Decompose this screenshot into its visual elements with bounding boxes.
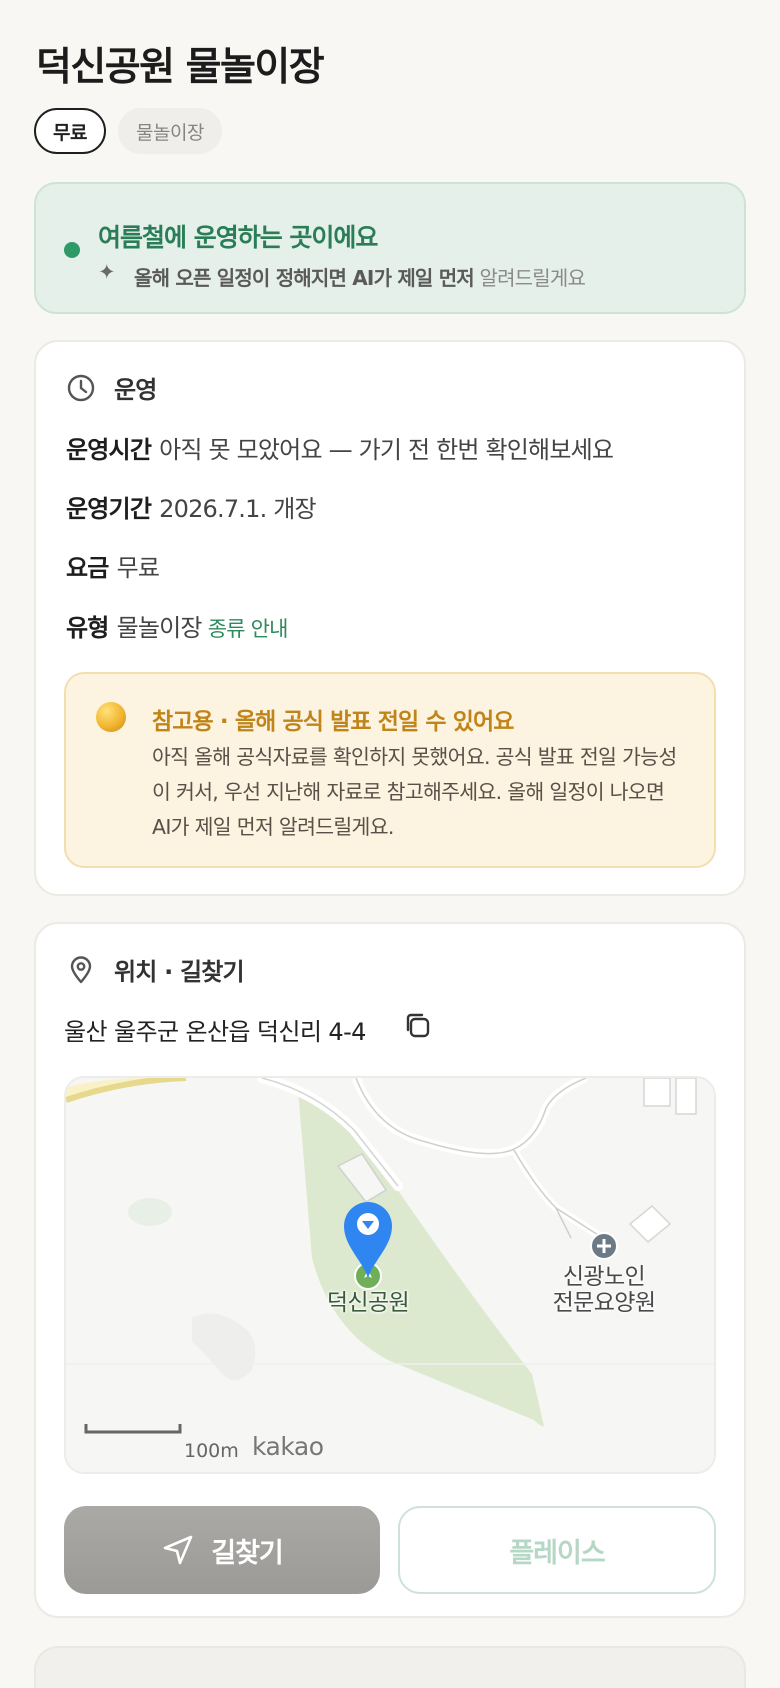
place-button[interactable]: 플레이스 xyxy=(398,1506,716,1594)
warning-title: 참고용 · 올해 공식 발표 전일 수 있어요 xyxy=(152,709,514,735)
park-label[interactable]: 덕신공원 xyxy=(318,1290,418,1316)
price-chip[interactable]: 무료 xyxy=(34,108,106,154)
hours-row: 운영시간 아직 못 모았어요 — 가기 전 한번 확인해보세요 xyxy=(66,430,614,465)
map-scale-label: 100m xyxy=(184,1440,239,1462)
page: 덕신공원 물놀이장 무료 물놀이장 여름철에 운영하는 곳이에요 ✦ 올해 오픈… xyxy=(0,0,780,1688)
address-text: 울산 울주군 온산읍 덕신리 4-4 xyxy=(64,1018,366,1046)
type-value: 물놀이장 xyxy=(116,614,203,642)
type-row: 유형 물놀이장 종류 안내 xyxy=(66,608,288,643)
route-button-label: 길찾기 xyxy=(211,1537,284,1569)
notice-subtitle-light: 알려드릴게요 xyxy=(479,266,586,290)
notice-subtitle-bold: 올해 오픈 일정이 정해지면 AI가 제일 먼저 xyxy=(134,266,475,290)
hours-value: 아직 못 모았어요 — 가기 전 한번 확인해보세요 xyxy=(159,436,614,464)
copy-icon[interactable] xyxy=(402,1010,432,1040)
facility-label-line2: 전문요양원 xyxy=(552,1290,656,1316)
map-view[interactable]: 덕신공원 신광노인 전문요양원 100m kakao xyxy=(64,1076,716,1474)
page-title: 덕신공원 물놀이장 xyxy=(36,45,325,90)
moon-icon xyxy=(96,702,126,732)
seasonal-notice: 여름철에 운영하는 곳이에요 ✦ 올해 오픈 일정이 정해지면 AI가 제일 먼… xyxy=(34,182,746,314)
fee-label: 요금 xyxy=(66,554,109,582)
sparkle-icon: ✦ xyxy=(98,260,116,284)
clock-icon xyxy=(66,373,96,403)
period-row: 운영기간 2026.7.1. 개장 xyxy=(66,489,317,524)
type-guide-link[interactable]: 종류 안내 xyxy=(208,617,289,641)
location-heading: 위치 · 길찾기 xyxy=(114,958,245,986)
route-button[interactable]: 길찾기 xyxy=(64,1506,380,1594)
location-header: 위치 · 길찾기 xyxy=(66,952,245,987)
map-provider-logo: kakao xyxy=(252,1432,324,1461)
period-value: 2026.7.1. 개장 xyxy=(159,495,317,523)
facility-label[interactable]: 신광노인 전문요양원 xyxy=(534,1264,674,1316)
operation-card: 운영 운영시간 아직 못 모았어요 — 가기 전 한번 확인해보세요 운영기간 20… xyxy=(34,340,746,896)
next-card xyxy=(34,1646,746,1688)
operation-heading: 운영 xyxy=(114,376,157,404)
facility-label-line1: 신광노인 xyxy=(562,1264,646,1290)
location-pin-icon xyxy=(66,955,96,985)
location-card: 위치 · 길찾기 울산 울주군 온산읍 덕신리 4-4 덕신공원 신광노인 전문… xyxy=(34,922,746,1618)
category-chip[interactable]: 물놀이장 xyxy=(118,108,222,154)
notice-subtitle: 올해 오픈 일정이 정해지면 AI가 제일 먼저 알려드릴게요 xyxy=(134,262,586,291)
period-label: 운영기간 xyxy=(66,495,152,523)
fee-row: 요금 무료 xyxy=(66,548,160,583)
operation-header: 운영 xyxy=(66,370,157,405)
reference-warning: 참고용 · 올해 공식 발표 전일 수 있어요 아직 올해 공식자료를 확인하지… xyxy=(64,672,716,868)
hours-label: 운영시간 xyxy=(66,436,152,464)
warning-body: 아직 올해 공식자료를 확인하지 못했어요. 공식 발표 전일 가능성이 커서,… xyxy=(152,745,677,839)
status-dot xyxy=(64,242,80,258)
navigation-arrow-icon xyxy=(161,1533,195,1567)
notice-title: 여름철에 운영하는 곳이에요 xyxy=(98,223,378,252)
type-label: 유형 xyxy=(66,614,109,642)
fee-value: 무료 xyxy=(116,554,160,582)
